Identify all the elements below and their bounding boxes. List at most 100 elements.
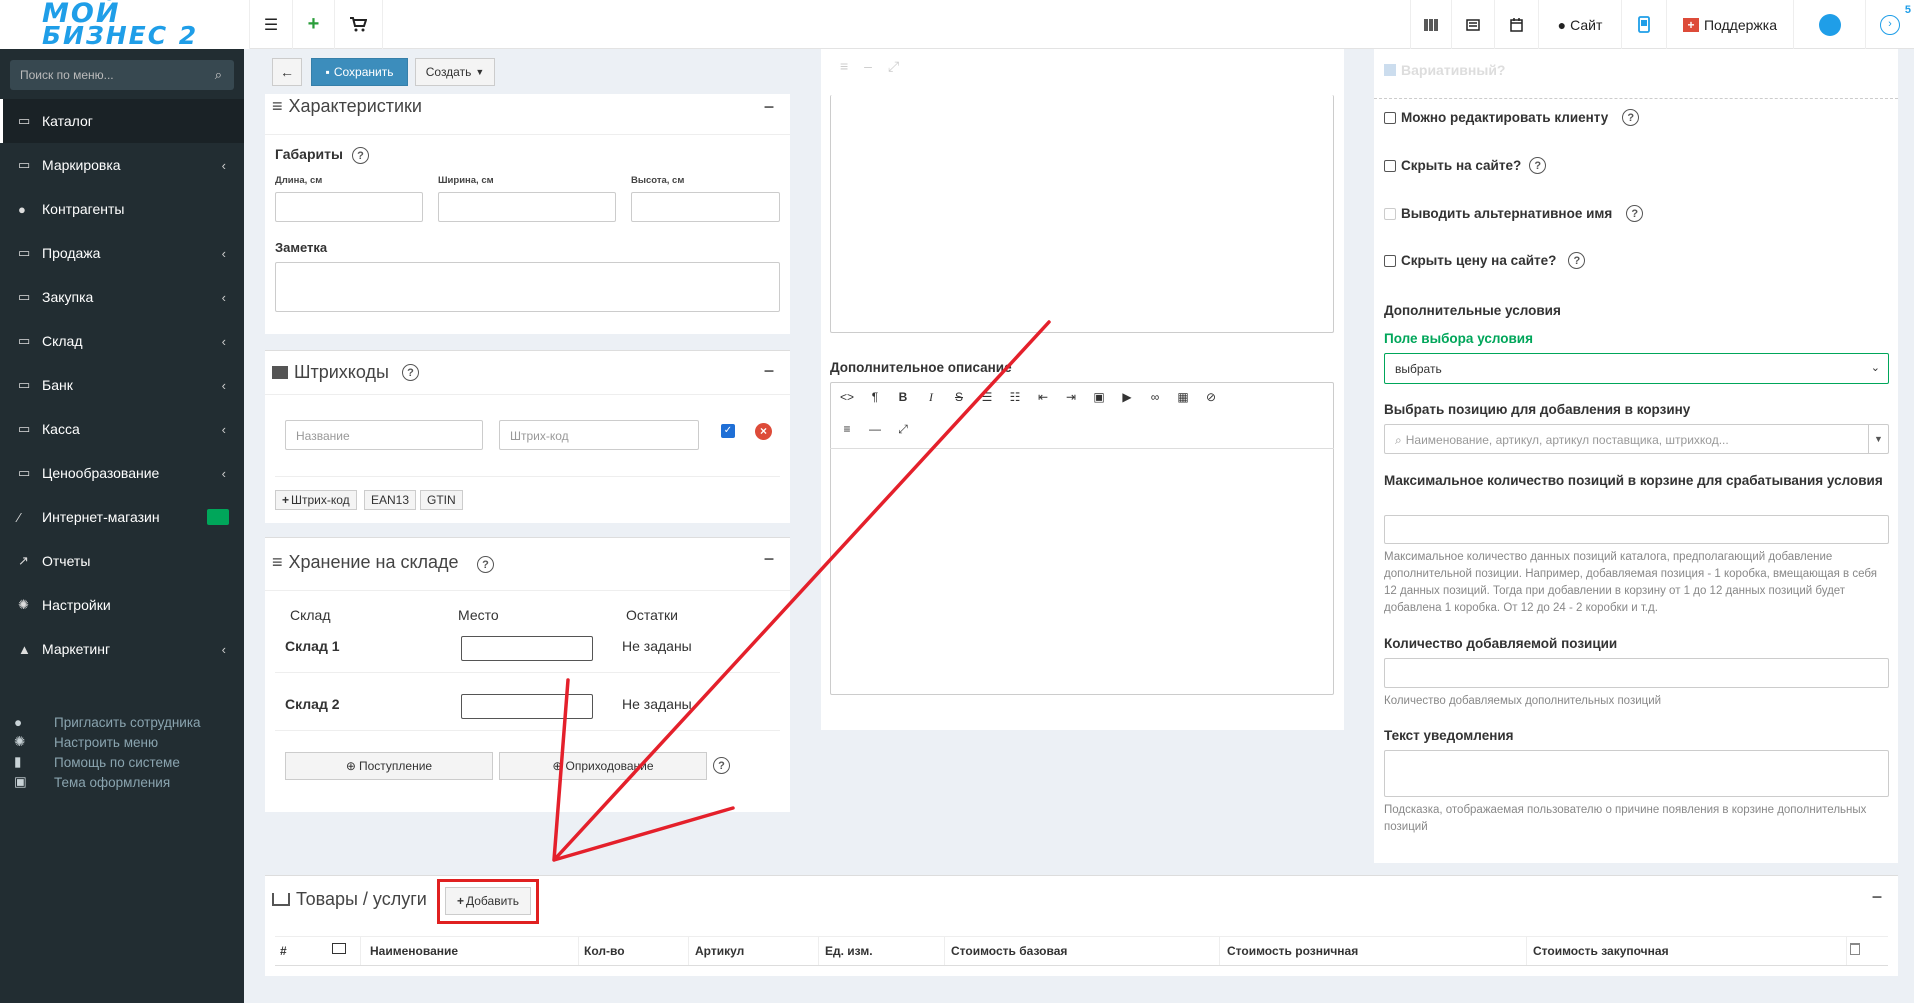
height-input[interactable] [631,192,780,222]
sidebar-item-pricing[interactable]: ▭ Ценообразование ‹ [0,451,244,495]
sidebar-item-marking[interactable]: ▭ Маркировка ‹ [0,143,244,187]
place-input[interactable] [461,636,593,661]
register-button[interactable] [1452,0,1495,49]
site-button[interactable]: ● Сайт [1539,0,1622,49]
length-input[interactable] [275,192,423,222]
fullscreen-icon[interactable]: ⤢ [889,422,917,437]
help-icon[interactable]: ? [1626,205,1644,222]
sidebar-item-settings[interactable]: ✺ Настройки [0,583,244,627]
paragraph-icon[interactable]: ¶ [861,390,889,405]
add-barcode-button[interactable]: + Штрих-код [275,490,357,510]
sidebar-item-sales[interactable]: ▭ Продажа ‹ [0,231,244,275]
folder-icon: ▭ [18,157,31,172]
add-goods-button[interactable]: + Добавить [445,887,531,915]
sidebar-item-label: Настройки [42,597,111,613]
outdent-icon[interactable]: ⇤ [1029,390,1057,405]
notify-text-textarea[interactable] [1384,750,1889,797]
collapse-storage-button[interactable]: – [764,548,774,569]
indent-icon[interactable]: ⇥ [1057,390,1085,405]
back-button[interactable]: ← [272,58,302,86]
sidebar-item-catalog[interactable]: ▭ Каталог [0,99,244,143]
bars-icon: ≡ [272,552,283,572]
checkbox[interactable] [1384,254,1396,267]
strikethrough-icon[interactable]: S [945,390,973,405]
add-button[interactable]: + [293,0,335,49]
condition-select[interactable]: выбрать ⌄ [1384,353,1889,384]
help-icon[interactable]: ? [1568,252,1586,269]
calendar-button[interactable] [1495,0,1539,49]
add-qty-input[interactable] [1384,658,1889,688]
sidebar-item-marketing[interactable]: ▲ Маркетинг ‹ [0,627,244,671]
search-icon[interactable]: ⌕ [215,67,222,83]
alt-name-option[interactable]: Выводить альтернативное имя? [1384,205,1644,222]
sidebar-item-bank[interactable]: ▭ Банк ‹ [0,363,244,407]
help-link[interactable]: ▮ Помощь по системе [14,752,180,772]
remove-barcode-icon[interactable]: × [755,423,772,440]
sidebar-search-input[interactable]: Поиск по меню... ⌕ [10,60,234,90]
collapse-goods-button[interactable]: – [1872,886,1882,907]
image-icon[interactable]: ▣ [1085,390,1113,405]
support-button[interactable]: + Поддержка [1667,0,1794,49]
max-qty-input[interactable] [1384,515,1889,544]
help-icon[interactable]: ? [402,364,419,381]
position-search-input[interactable]: ⌕ Наименование, артикул, артикул поставщи… [1384,424,1889,454]
note-textarea[interactable] [275,262,780,312]
unordered-list-icon[interactable]: ☰ [973,390,1001,405]
code-icon[interactable]: <> [833,390,861,405]
unlink-icon[interactable]: ⊘ [1197,390,1225,405]
configure-menu-link[interactable]: ✺ Настроить меню [14,732,158,752]
mobile-button[interactable] [1622,0,1667,49]
create-dropdown-button[interactable]: Создать ▼ [415,58,495,86]
width-input[interactable] [438,192,616,222]
help-icon[interactable]: ? [1622,109,1640,126]
variative-option[interactable]: Вариативный? [1384,62,1505,78]
barcode-name-input[interactable]: Название [285,420,483,450]
help-icon[interactable]: ? [352,147,369,164]
italic-icon[interactable]: I [917,390,945,405]
sidebar-item-eshop[interactable]: ⁄ Интернет-магазин [0,495,244,539]
gtin-button[interactable]: GTIN [420,490,463,510]
checkbox[interactable] [1384,111,1396,124]
sidebar-item-cash[interactable]: ▭ Касса ‹ [0,407,244,451]
hide-price-option[interactable]: Скрыть цену на сайте?? [1384,252,1586,269]
bold-icon[interactable]: B [889,390,917,405]
video-icon[interactable]: ▶ [1113,390,1141,405]
invite-employee-link[interactable]: ● Пригласить сотрудника [14,712,201,732]
ean13-button[interactable]: EAN13 [364,490,417,510]
trash-icon[interactable] [1850,943,1860,955]
hide-site-option[interactable]: Скрыть на сайте?? [1384,157,1547,174]
ordered-list-icon[interactable]: ☷ [1001,390,1029,405]
align-icon[interactable]: ≡ [833,422,861,437]
link-icon[interactable]: ∞ [1141,390,1169,405]
collapse-characteristics-button[interactable]: – [764,96,774,117]
checkbox[interactable] [1384,207,1396,220]
checkbox[interactable] [1384,159,1396,172]
notifications-button[interactable]: › 5 [1866,0,1914,49]
place-input[interactable] [461,694,593,719]
receipt-button[interactable]: ⊕ Поступление [285,752,493,780]
theme-link[interactable]: ▣ Тема оформления [14,772,170,792]
caret-down-icon[interactable]: ▼ [1868,425,1888,453]
sidebar-item-purchase[interactable]: ▭ Закупка ‹ [0,275,244,319]
save-button[interactable]: ▪ Сохранить [311,58,408,86]
barcode-code-input[interactable]: Штрих-код [499,420,699,450]
sidebar-item-warehouse[interactable]: ▭ Склад ‹ [0,319,244,363]
help-icon[interactable]: ? [1529,157,1547,174]
help-icon[interactable]: ? [713,757,730,774]
logo[interactable]: МОЙ БИЗНЕС 2 [0,0,250,49]
profile-button[interactable] [1794,0,1866,49]
horizontal-rule-icon[interactable]: — [861,422,889,437]
col-qty: Кол-во [584,944,625,958]
editable-option[interactable]: Можно редактировать клиенту? [1384,109,1640,126]
table-icon[interactable]: ▦ [1169,390,1197,405]
menu-toggle-button[interactable]: ☰ [250,0,293,49]
help-icon[interactable]: ? [477,556,494,573]
sidebar-item-reports[interactable]: ↗ Отчеты [0,539,244,583]
sidebar-item-contractors[interactable]: ● Контрагенты [0,187,244,231]
description-editor[interactable] [830,95,1334,333]
collapse-barcodes-button[interactable]: – [764,360,774,381]
barcode-button[interactable] [1410,0,1452,49]
writeoff-button[interactable]: ⊕ Оприходование [499,752,707,780]
barcode-checkbox[interactable]: ✓ [721,424,735,438]
cart-button[interactable] [335,0,383,49]
